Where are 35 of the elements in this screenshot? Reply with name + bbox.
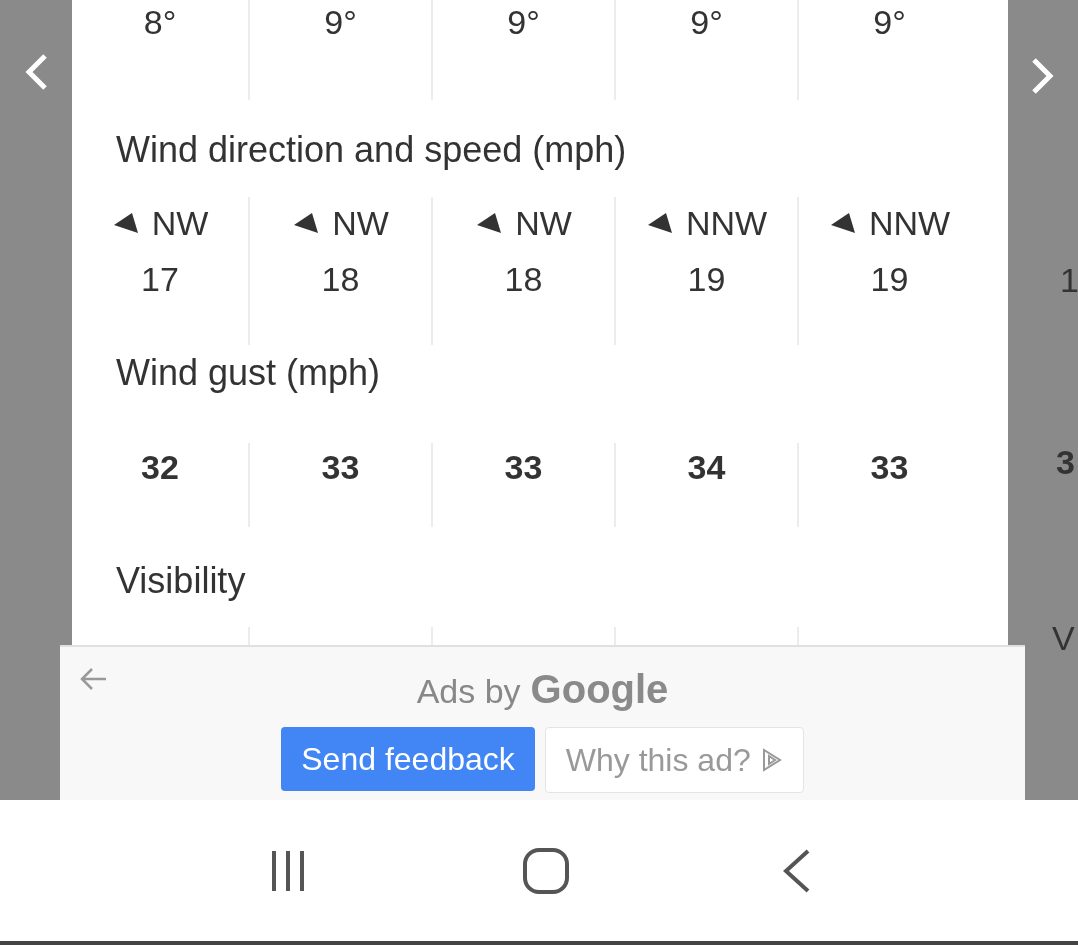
- home-icon[interactable]: [522, 846, 570, 895]
- adchoices-icon: [760, 748, 783, 772]
- wind-direction: NW: [332, 203, 389, 243]
- google-wordmark: Google: [530, 666, 669, 713]
- next-chevron-icon[interactable]: [1030, 56, 1056, 96]
- wind-speed: 18: [321, 259, 360, 299]
- previous-chevron-icon[interactable]: [23, 52, 49, 92]
- section-heading: Wind gust (mph): [116, 352, 381, 393]
- temperature: 9°: [690, 2, 723, 42]
- wind-gust: 32: [141, 447, 179, 487]
- temperature: 9°: [873, 2, 906, 42]
- visibility-value: V: [1052, 618, 1076, 658]
- wind-direction: NW: [151, 203, 209, 243]
- wind-speed: 1: [1060, 260, 1078, 300]
- temperature: 9°: [324, 2, 357, 42]
- wind-speed: 18: [504, 259, 543, 299]
- wind-speed: 19: [687, 259, 726, 299]
- wind-direction: NW: [515, 203, 572, 243]
- wind-gust: 33: [321, 447, 360, 487]
- wind-gust: 3: [1056, 442, 1076, 482]
- wind-speed: 19: [870, 259, 909, 299]
- temperature: 9°: [507, 2, 540, 42]
- ads-label: Ads by: [416, 671, 521, 712]
- wind-speed: 17: [141, 259, 179, 299]
- section-heading: Visibility: [116, 559, 246, 603]
- section-heading: Wind direction and speed (mph): [116, 129, 627, 170]
- wind-gust: 34: [687, 447, 726, 487]
- wind-gust: 33: [504, 447, 543, 487]
- back-chevron-icon[interactable]: [782, 848, 812, 893]
- send-feedback-button[interactable]: Send feedback: [281, 727, 535, 791]
- wind-direction: NNW: [685, 203, 768, 243]
- wind-direction: NNW: [868, 203, 951, 243]
- temperature: 8°: [143, 2, 177, 42]
- why-this-ad-button[interactable]: Why this ad?: [544, 727, 804, 793]
- wind-gust: 33: [870, 447, 909, 487]
